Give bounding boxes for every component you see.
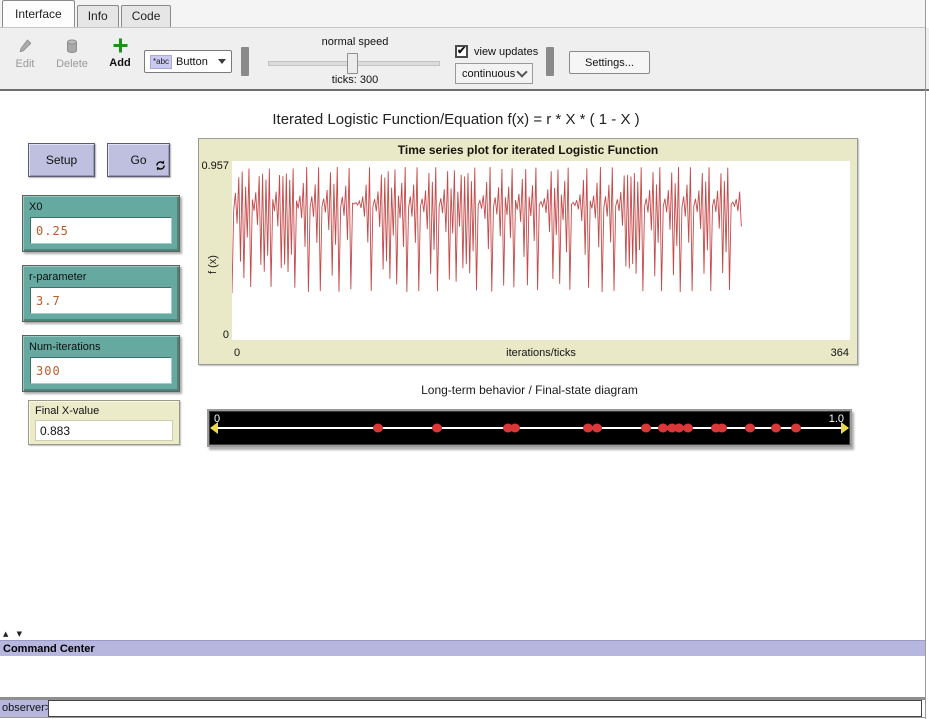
- final-state-title: Long-term behavior / Final-state diagram: [207, 383, 852, 397]
- add-button[interactable]: Add: [102, 37, 138, 69]
- x-axis-row: 0 iterations/ticks 364: [232, 347, 850, 360]
- attractor-dot: [717, 424, 727, 433]
- go-button[interactable]: Go: [107, 143, 170, 177]
- attractor-dot: [771, 424, 781, 433]
- plus-icon: [102, 37, 138, 55]
- dropdown-arrow-icon: [218, 59, 226, 64]
- input-x0-field[interactable]: 0.25: [30, 217, 172, 244]
- view-updates-label: view updates: [474, 46, 538, 58]
- widget-type-value: Button: [176, 56, 208, 68]
- command-input[interactable]: [48, 700, 922, 717]
- netlogo-window: Interface Info Code Edit Delete Add *abc…: [0, 0, 929, 719]
- trash-icon: [50, 38, 94, 56]
- command-center-output: [0, 657, 925, 697]
- monitor-value: 0.883: [36, 424, 70, 438]
- tab-interface[interactable]: Interface: [2, 0, 75, 27]
- time-series-plot: Time series plot for iterated Logistic F…: [198, 138, 858, 365]
- attractor-dot: [583, 424, 593, 433]
- go-label: Go: [130, 153, 146, 167]
- model-title: Iterated Logistic Function/Equation f(x)…: [0, 111, 912, 128]
- input-num-iterations-label: Num-iterations: [23, 336, 179, 353]
- input-r-value: 3.7: [31, 294, 61, 308]
- observer-prompt: observer>: [0, 700, 48, 717]
- toolbar-separator-2: [546, 47, 554, 76]
- input-widget-x0: X0 0.25: [22, 195, 180, 252]
- final-state-bar: 0 1.0: [209, 411, 850, 445]
- x-axis-max: 364: [831, 347, 849, 359]
- update-mode-value: continuous: [462, 68, 515, 80]
- toolbar: Edit Delete Add *abc Button normal speed…: [0, 28, 929, 91]
- ticks-counter: ticks: 300: [290, 74, 420, 86]
- settings-label: Settings...: [585, 57, 634, 69]
- window-right-border: [925, 0, 926, 719]
- input-x0-value: 0.25: [31, 224, 69, 238]
- attractor-dot: [791, 424, 801, 433]
- scale-min-label: 0: [214, 413, 220, 425]
- command-center-title: Command Center: [3, 643, 95, 655]
- delete-button[interactable]: Delete: [50, 38, 94, 70]
- add-label: Add: [102, 57, 138, 69]
- time-series-svg: [232, 161, 850, 340]
- final-x-monitor: Final X-value 0.883: [28, 400, 180, 445]
- plot-title: Time series plot for iterated Logistic F…: [199, 143, 857, 157]
- setup-button[interactable]: Setup: [28, 143, 95, 177]
- attractor-dot: [641, 424, 651, 433]
- chevron-down-icon: [516, 66, 527, 77]
- y-axis-min: 0: [200, 329, 229, 341]
- widget-type-dropdown[interactable]: *abc Button: [144, 50, 232, 73]
- y-axis-max: 0.957: [200, 160, 229, 172]
- tab-info[interactable]: Info: [77, 5, 119, 27]
- update-mode-dropdown[interactable]: continuous: [455, 63, 533, 84]
- attractor-dot: [683, 424, 693, 433]
- attractor-dot: [592, 424, 602, 433]
- speed-slider-label: normal speed: [290, 36, 420, 48]
- logistic-series-line: [232, 167, 741, 293]
- settings-button[interactable]: Settings...: [569, 51, 650, 74]
- attractor-dot: [373, 424, 383, 433]
- input-r-field[interactable]: 3.7: [30, 287, 172, 314]
- toolbar-separator: [241, 47, 249, 76]
- window-bottom-border: [0, 717, 926, 718]
- attractor-dot: [745, 424, 755, 433]
- attractor-dot: [510, 424, 520, 433]
- monitor-label: Final X-value: [29, 401, 179, 417]
- setup-label: Setup: [46, 153, 77, 167]
- x-axis-label: iterations/ticks: [232, 347, 850, 359]
- command-center-header[interactable]: Command Center: [0, 640, 925, 656]
- input-widget-r-parameter: r-parameter 3.7: [22, 265, 180, 322]
- tab-bar: Interface Info Code: [0, 0, 925, 28]
- forever-icon: [155, 160, 166, 174]
- input-r-label: r-parameter: [23, 266, 179, 283]
- final-state-diagram: 0 1.0: [207, 409, 852, 447]
- monitor-field: 0.883: [35, 420, 173, 441]
- command-center-resize-icons[interactable]: ▲ ▼: [3, 630, 25, 638]
- tab-code[interactable]: Code: [121, 5, 172, 27]
- scale-max-label: 1.0: [829, 413, 844, 425]
- input-num-iterations-field[interactable]: 300: [30, 357, 172, 384]
- input-x0-label: X0: [23, 196, 179, 213]
- plot-area: [232, 161, 850, 340]
- speed-slider-thumb[interactable]: [347, 53, 358, 74]
- attractor-dot: [432, 424, 442, 433]
- input-num-iterations-value: 300: [31, 364, 61, 378]
- y-axis-label: f (x): [207, 255, 219, 274]
- input-widget-num-iterations: Num-iterations 300: [22, 335, 180, 392]
- edit-label: Edit: [6, 58, 44, 70]
- attractor-dot: [658, 424, 668, 433]
- delete-label: Delete: [50, 58, 94, 70]
- pencil-icon: [6, 38, 44, 56]
- view-updates-checkbox[interactable]: ✔: [455, 45, 468, 58]
- edit-button[interactable]: Edit: [6, 38, 44, 70]
- abc-widget-icon: *abc: [150, 55, 172, 69]
